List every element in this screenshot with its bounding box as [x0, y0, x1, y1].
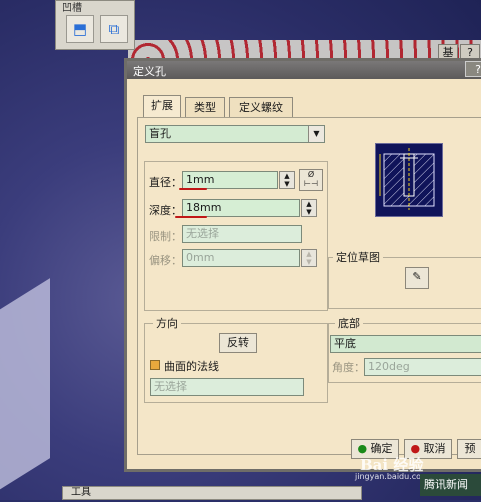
dialog-titlebar[interactable]: 定义孔 ? [127, 61, 481, 79]
chevron-down-icon: ▼ [308, 126, 324, 142]
direction-label: 方向 [153, 315, 181, 331]
hole-icon[interactable]: ⬒ [66, 15, 94, 43]
help-button[interactable]: ? [465, 61, 481, 77]
tab-thread[interactable]: 定义螺纹 [229, 97, 293, 117]
baidu-watermark-url: jingyan.baidu.com [355, 472, 429, 481]
limit-field: 无选择 [182, 225, 302, 243]
red-annotation-underline [175, 216, 207, 218]
normal-to-surface-checkbox[interactable] [150, 360, 160, 370]
preview-button[interactable]: 预 [457, 439, 481, 459]
offset-spinner: ▲ ▼ [301, 249, 317, 267]
hole-preview-drawing [379, 148, 435, 210]
diameter-label: 直径： [149, 176, 182, 189]
diameter-measure-icon[interactable]: Ø ⊢⊣ [299, 169, 323, 191]
toolbar-title: 凹槽 [62, 3, 82, 14]
diameter-field[interactable]: 1mm [182, 171, 278, 189]
depth-field[interactable]: 18mm [182, 199, 300, 217]
bottom-type-select[interactable]: 平底 [330, 335, 481, 353]
hole-type-select[interactable]: 盲孔 ▼ [145, 125, 325, 143]
feature-toolbar: 凹槽 ⬒ ⧉ [55, 0, 135, 50]
bottom-label: 底部 [335, 315, 363, 331]
define-hole-dialog: 定义孔 ? 扩展 类型 定义螺纹 盲孔 ▼ 直径： 1mm ▲ ▼ Ø ⊢⊣ 深度：… [124, 58, 481, 472]
reverse-button[interactable]: 反转 [219, 333, 257, 353]
bottom-toolbar: 工具 [62, 486, 362, 500]
sketch-edit-icon[interactable]: ✎ [405, 267, 429, 289]
cancel-label: 取消 [423, 442, 446, 455]
diameter-spinner[interactable]: ▲ ▼ [279, 171, 295, 189]
offset-label: 偏移： [149, 254, 182, 267]
tab-extension[interactable]: 扩展 [143, 95, 181, 117]
hole-preview-image [375, 143, 443, 217]
normal-to-surface-label: 曲面的法线 [164, 360, 219, 373]
limit-label: 限制： [149, 230, 182, 243]
thread-icon[interactable]: ⧉ [100, 15, 128, 43]
positioning-sketch-label: 定位草图 [333, 249, 383, 265]
offset-field: 0mm [182, 249, 300, 267]
hole-type-value: 盲孔 [149, 127, 171, 140]
tab-type[interactable]: 类型 [185, 97, 225, 117]
angle-label: 角度： [332, 361, 365, 374]
depth-spinner[interactable]: ▲ ▼ [301, 199, 317, 217]
direction-reference-field[interactable]: 无选择 [150, 378, 304, 396]
angle-field: 120deg [364, 358, 481, 376]
red-annotation-underline [179, 188, 207, 190]
news-badge: 腾讯新闻 [420, 474, 481, 496]
dialog-title: 定义孔 [133, 65, 166, 78]
